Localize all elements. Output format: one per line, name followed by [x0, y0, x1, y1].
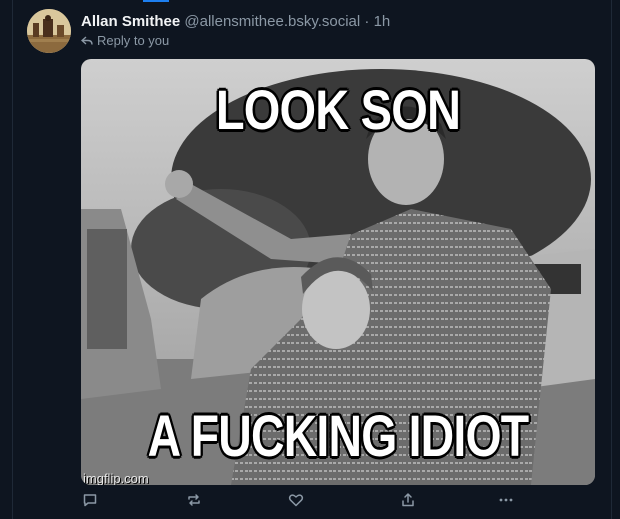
reply-context: Reply to you	[81, 33, 169, 48]
selected-tab-indicator	[143, 0, 169, 2]
author-handle[interactable]: @allensmithee.bsky.social	[184, 13, 360, 30]
reply-arrow-icon	[81, 35, 93, 45]
feed-border-right	[611, 0, 612, 519]
feed-border-left	[12, 0, 13, 519]
more-icon	[499, 498, 513, 502]
imgflip-watermark: imgflip.com	[83, 471, 149, 485]
more-options-button[interactable]	[495, 489, 517, 511]
post-actions	[81, 489, 595, 513]
share-button[interactable]	[397, 489, 419, 511]
reply-icon	[83, 494, 97, 507]
author-name[interactable]: Allan Smithee	[81, 13, 180, 30]
meme-bottom-text: A FUCKING IDIOT	[147, 404, 529, 469]
post-time[interactable]: 1h	[374, 13, 391, 30]
reply-context-label[interactable]: Reply to you	[97, 33, 169, 48]
like-icon	[288, 494, 304, 507]
post-header: Allan Smithee @allensmithee.bsky.social …	[81, 13, 390, 30]
avatar[interactable]	[27, 9, 71, 53]
share-icon	[402, 493, 414, 507]
repost-button[interactable]	[183, 489, 205, 511]
separator: ·	[364, 13, 370, 30]
reply-button[interactable]	[79, 489, 101, 511]
meme-top-text: LOOK SON	[215, 78, 461, 141]
repost-icon	[188, 494, 200, 506]
meme-image[interactable]: LOOK SON A FUCKING IDIOT imgflip.com	[81, 59, 595, 485]
like-button[interactable]	[285, 489, 307, 511]
